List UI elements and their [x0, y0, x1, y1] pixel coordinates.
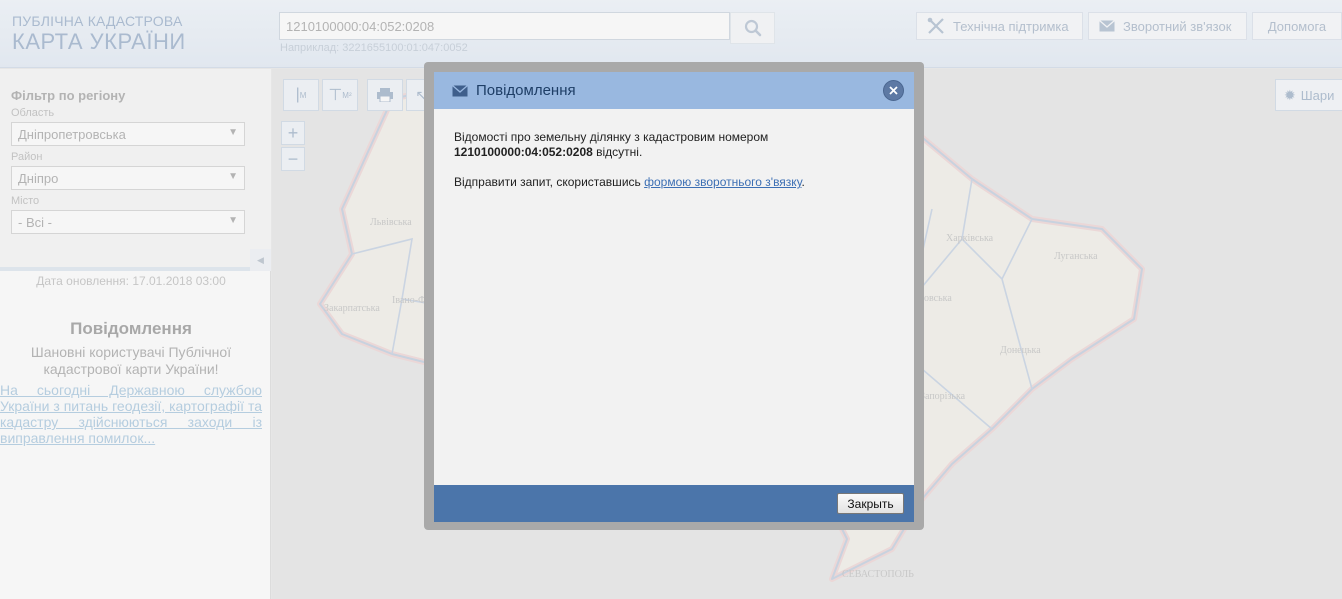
dialog-footer: Закрыть	[434, 485, 914, 522]
dialog-title: Повідомлення	[476, 82, 576, 99]
dialog-message: Відомості про земельну ділянку з кадастр…	[454, 130, 894, 160]
dialog-close-footer-button[interactable]: Закрыть	[837, 493, 904, 514]
message-text-2: відсутні.	[596, 145, 643, 159]
modal-frame: Повідомлення Відомості про земельну діля…	[424, 62, 924, 530]
message-dialog: Повідомлення Відомості про земельну діля…	[434, 72, 914, 522]
close-icon	[889, 86, 898, 95]
cadastral-number: 1210100000:04:052:0208	[454, 145, 593, 159]
request-text: Відправити запит, скориставшись	[454, 175, 641, 189]
feedback-form-link[interactable]: формою зворотнього з'вязку	[644, 175, 801, 189]
message-text-1: Відомості про земельну ділянку з кадастр…	[454, 130, 769, 144]
dialog-close-button[interactable]	[883, 80, 904, 101]
dialog-header: Повідомлення	[434, 72, 914, 109]
dialog-request: Відправити запит, скориставшись формою з…	[454, 175, 805, 189]
envelope-icon	[452, 84, 468, 96]
dialog-body: Відомості про земельну ділянку з кадастр…	[454, 130, 894, 205]
